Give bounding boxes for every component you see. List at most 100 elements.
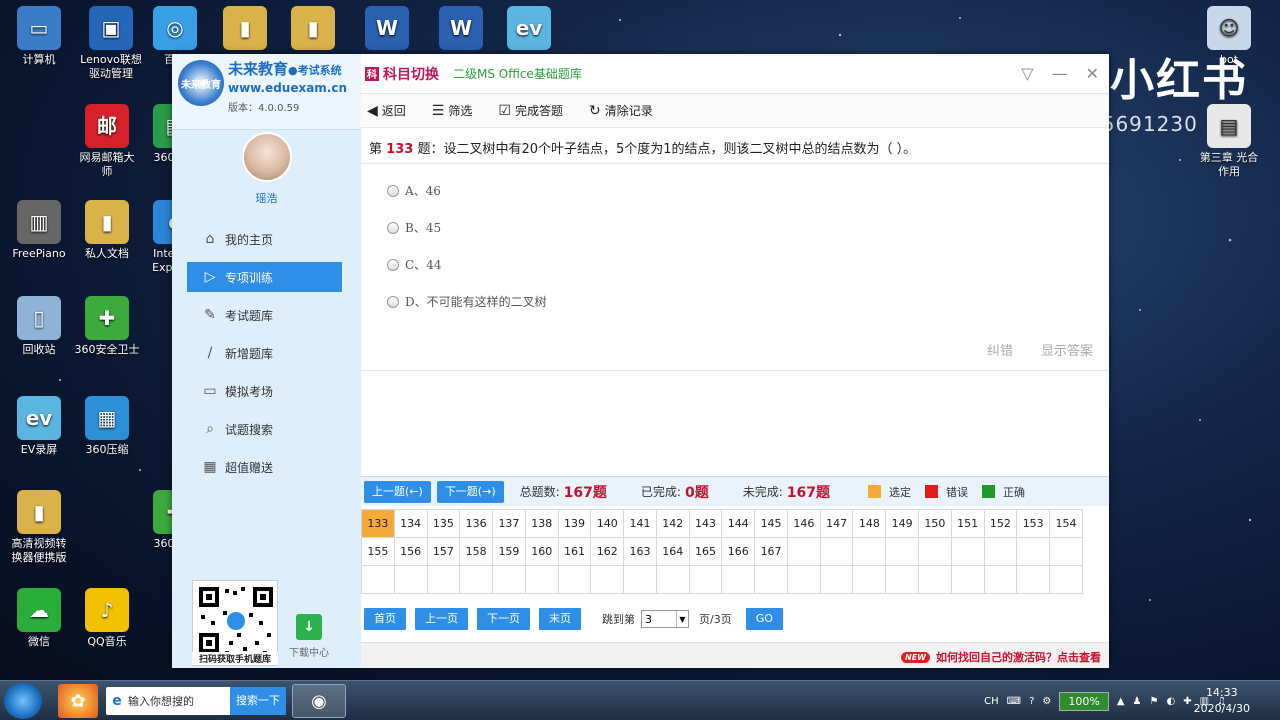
desktop-icon[interactable]: ▦ 360压缩 — [68, 396, 146, 457]
first-page-button[interactable]: 首页 — [364, 608, 406, 630]
flag-icon[interactable]: ⚑ — [1149, 696, 1158, 707]
answer-option[interactable]: B、45 — [387, 209, 1083, 246]
help-icon[interactable]: ? — [1029, 696, 1034, 707]
desktop-icon[interactable]: W — [348, 6, 426, 53]
keyboard-icon[interactable]: ⌨ — [1007, 696, 1021, 707]
question-cell[interactable]: 157 — [426, 537, 461, 566]
filter-button[interactable]: ☰ 筛选 — [432, 102, 473, 119]
sidebar-item[interactable]: ▭ 模拟考场 — [187, 376, 342, 406]
question-cell[interactable]: 133 — [361, 509, 395, 538]
desktop-icon[interactable]: ▭ 计算机 — [0, 6, 78, 67]
question-cell[interactable]: 146 — [786, 509, 821, 538]
question-cell[interactable]: 141 — [623, 509, 657, 538]
question-cell[interactable]: 161 — [557, 537, 592, 566]
question-cell[interactable]: 153 — [1016, 509, 1051, 538]
report-error-link[interactable]: 纠错 — [987, 340, 1013, 359]
prev-question-button[interactable]: 上一题(←) — [364, 480, 431, 503]
question-cell[interactable]: 158 — [459, 537, 494, 566]
desktop-icon[interactable]: ▯ 回收站 — [0, 296, 78, 357]
question-cell[interactable]: 167 — [754, 537, 788, 566]
clear-records-button[interactable]: ↻ 清除记录 — [589, 102, 653, 119]
radio-button[interactable] — [387, 295, 399, 308]
page-select[interactable]: 3 ▼ — [641, 610, 689, 628]
desktop-icon[interactable]: ▮ — [274, 6, 352, 53]
notification-icon[interactable]: ♟ — [1133, 696, 1142, 707]
sidebar-item[interactable]: ⌂ 我的主页 — [187, 224, 342, 254]
finish-button[interactable]: ☑ 完成答题 — [498, 102, 563, 119]
question-cell[interactable]: 148 — [852, 509, 887, 538]
question-cell[interactable]: 159 — [492, 537, 526, 566]
desktop-icon[interactable]: ev EV录屏 — [0, 396, 78, 457]
radio-button[interactable] — [387, 184, 399, 197]
question-cell[interactable]: 155 — [361, 537, 395, 566]
question-cell[interactable]: 151 — [950, 509, 985, 538]
question-cell[interactable]: 139 — [557, 509, 592, 538]
exam-app-taskbar-icon[interactable]: ◉ — [292, 684, 346, 718]
desktop-icon[interactable]: 邮网易邮箱大 师 — [68, 104, 146, 179]
question-cell[interactable]: 137 — [492, 509, 526, 538]
back-button[interactable]: ◀ 返回 — [367, 102, 406, 119]
answer-option[interactable]: C、44 — [387, 246, 1083, 283]
question-cell[interactable]: 143 — [688, 509, 723, 538]
volume-icon[interactable]: ◐ — [1166, 696, 1175, 707]
question-cell[interactable]: 164 — [655, 537, 690, 566]
next-page-button[interactable]: 下一页 — [477, 608, 530, 630]
download-center-button[interactable]: ↓ 下载中心 — [284, 614, 334, 659]
minimize-icon[interactable]: — — [1052, 64, 1068, 83]
next-question-button[interactable]: 下一题(→) — [436, 480, 504, 503]
desktop-icon[interactable]: ☁ 微信 — [0, 588, 78, 649]
prev-page-button[interactable]: 上一页 — [415, 608, 468, 630]
sidebar-item[interactable]: ▷ 专项训练 — [187, 262, 342, 292]
settings-icon[interactable]: ⚙ — [1042, 696, 1051, 707]
ime-indicator[interactable]: CH — [984, 696, 999, 707]
desktop-icon[interactable]: ▮ — [206, 6, 284, 53]
battery-indicator[interactable]: 100% — [1059, 691, 1109, 711]
go-button[interactable]: GO — [745, 608, 783, 630]
question-cell[interactable]: 156 — [393, 537, 428, 566]
question-cell[interactable]: 134 — [393, 509, 428, 538]
desktop-icon[interactable]: ▮ 私人文档 — [68, 200, 146, 261]
desktop-icon[interactable]: ▮ 高清视频转 换器便携版 — [0, 490, 78, 565]
clock[interactable]: 14:33 2020/4/30 — [1194, 685, 1250, 717]
question-cell[interactable]: 138 — [524, 509, 559, 538]
sidebar-item[interactable]: ∕ 新增题库 — [187, 338, 342, 368]
answer-option[interactable]: D、不可能有这样的二叉树 — [387, 283, 1083, 320]
close-icon[interactable]: ✕ — [1086, 64, 1099, 83]
question-cell[interactable]: 149 — [885, 509, 920, 538]
desktop-icon[interactable]: W — [422, 6, 500, 53]
question-cell[interactable]: 135 — [426, 509, 461, 538]
question-cell[interactable]: 142 — [655, 509, 690, 538]
security-icon[interactable]: ✚ — [1183, 696, 1191, 707]
answer-option[interactable]: A、46 — [387, 172, 1083, 209]
tray-expand-icon[interactable]: ▲ — [1117, 696, 1125, 707]
question-cell[interactable]: 136 — [459, 509, 494, 538]
subject-switch-button[interactable]: 科 科目切换 — [365, 64, 439, 84]
sidebar-item[interactable]: ✎ 考试题库 — [187, 300, 342, 330]
question-cell[interactable]: 163 — [623, 537, 657, 566]
question-cell[interactable]: 150 — [918, 509, 952, 538]
dropdown-icon[interactable]: ▽ — [1021, 64, 1033, 83]
desktop-icon[interactable]: ♪ QQ音乐 — [68, 588, 146, 649]
last-page-button[interactable]: 末页 — [539, 608, 581, 630]
radio-button[interactable] — [387, 258, 399, 271]
show-answer-link[interactable]: 显示答案 — [1041, 340, 1093, 359]
sidebar-item[interactable]: ⌕ 试题搜索 — [187, 414, 342, 444]
desktop-icon[interactable]: ✚ 360安全卫士 — [68, 296, 146, 357]
question-cell[interactable]: 152 — [983, 509, 1018, 538]
question-cell[interactable]: 166 — [721, 537, 756, 566]
question-cell[interactable]: 160 — [524, 537, 559, 566]
desktop-icon[interactable]: ev — [490, 6, 568, 53]
question-cell[interactable]: 144 — [721, 509, 756, 538]
desktop-icon[interactable]: ▥ FreePiano — [0, 200, 78, 261]
search-input[interactable]: 输入你想搜的 — [128, 693, 230, 709]
question-cell[interactable]: 162 — [590, 537, 625, 566]
desktop-icon[interactable]: ▤ 第三章 光合 作用 — [1190, 104, 1268, 179]
question-cell[interactable]: 145 — [754, 509, 788, 538]
question-cell[interactable]: 154 — [1049, 509, 1083, 538]
recover-code-link[interactable]: NEW 如何找回自己的激活码？点击查看 — [901, 649, 1101, 665]
sidebar-item[interactable]: ▦ 超值赠送 — [187, 452, 342, 482]
question-cell[interactable]: 140 — [590, 509, 625, 538]
question-cell[interactable]: 165 — [688, 537, 723, 566]
search-button[interactable]: 搜索一下 — [230, 687, 286, 715]
radio-button[interactable] — [387, 221, 399, 234]
